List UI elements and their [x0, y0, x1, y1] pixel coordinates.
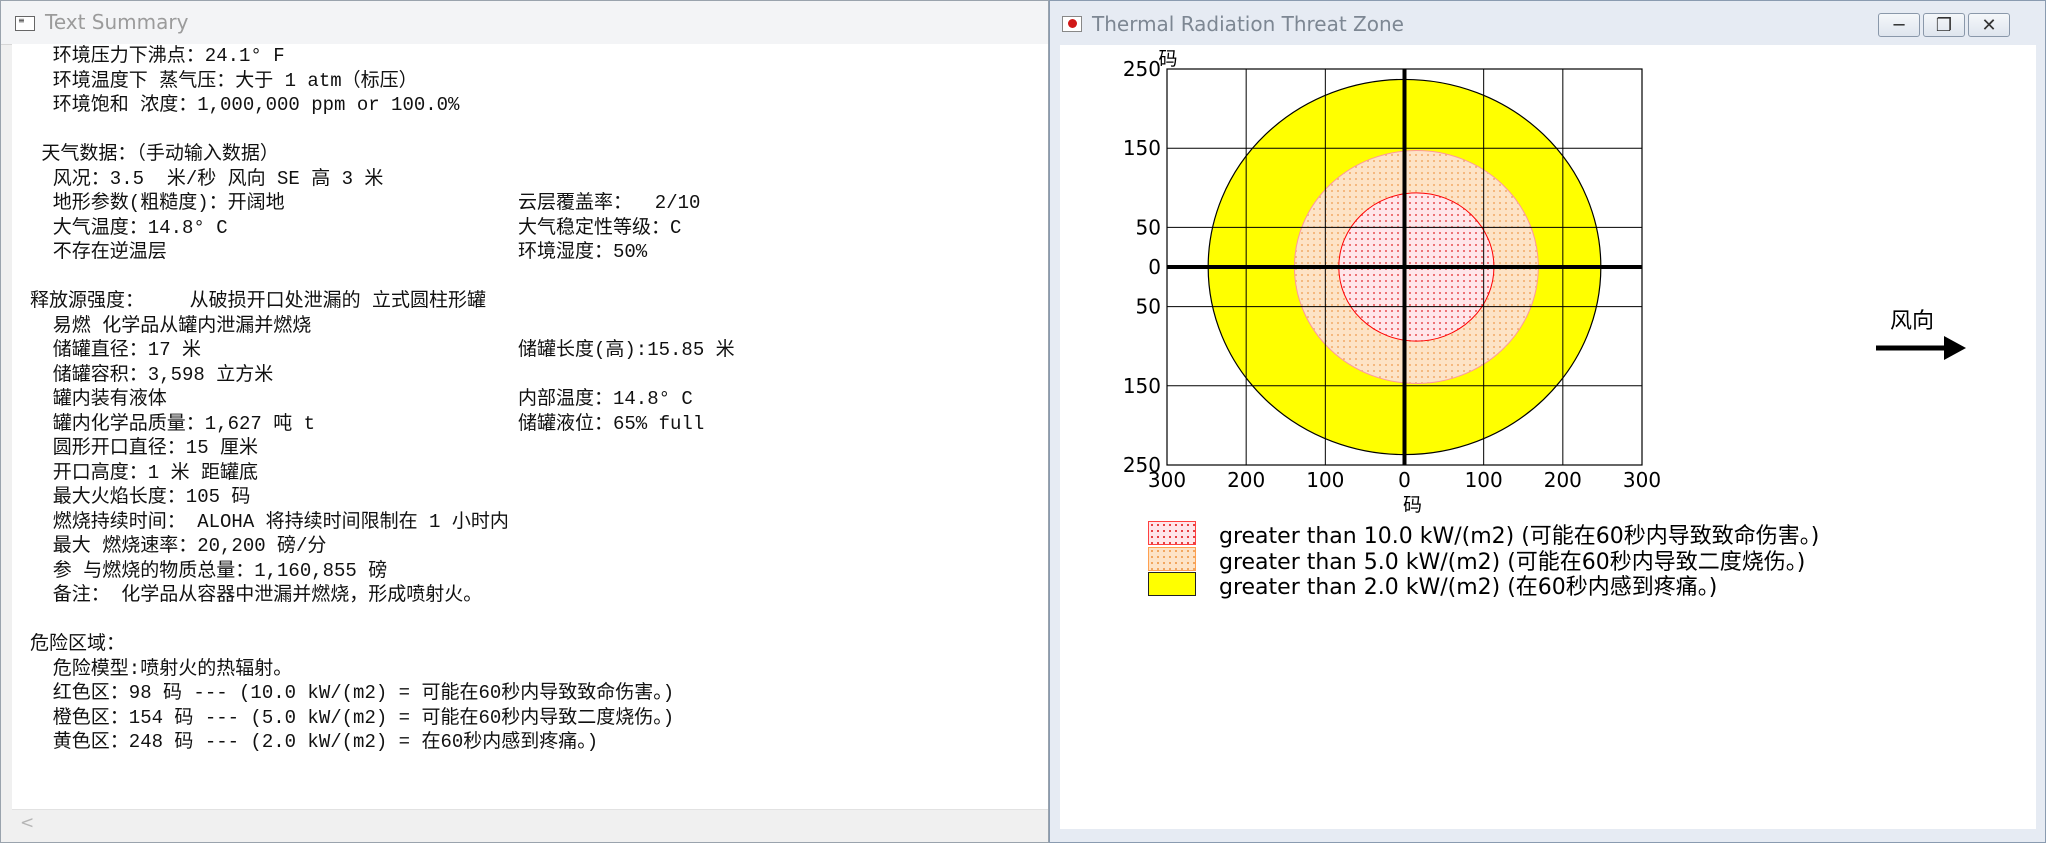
summary-line: 释放源强度： 从破损开口处泄漏的 立式圆柱形罐: [30, 290, 487, 312]
x-tick-label: 0: [1398, 468, 1411, 492]
summary-line: 开口高度：1 米 距罐底: [30, 461, 259, 484]
summary-line-right: 云层覆盖率： 2/10: [518, 192, 701, 214]
close-button[interactable]: ✕: [1968, 13, 2010, 37]
summary-line: 环境温度下 蒸气压：大于 1 atm（标压）: [30, 69, 418, 92]
summary-line: 最大火焰长度：105 码: [30, 486, 251, 508]
horizontal-scrollbar[interactable]: <: [12, 809, 1048, 836]
summary-line: 环境饱和 浓度：1,000,000 ppm or 100.0%: [30, 94, 460, 116]
x-tick-label: 200: [1544, 468, 1582, 492]
summary-line-right: 大气稳定性等级：C: [518, 216, 682, 239]
summary-line: 罐内装有液体: [30, 388, 167, 410]
summary-line: 燃烧持续时间： ALOHA 将持续时间限制在 1 小时内: [30, 510, 509, 533]
summary-line: 大气温度：14.8° C: [30, 216, 228, 239]
summary-line: 风况：3.5 米/秒 风向 SE 高 3 米: [30, 167, 384, 190]
text-summary-content[interactable]: 环境压力下沸点：24.1° F 环境温度下 蒸气压：大于 1 atm（标压） 环…: [12, 44, 1048, 809]
text-summary-titlebar[interactable]: ≡ Text Summary: [1, 1, 1048, 45]
x-tick-label: 100: [1306, 468, 1344, 492]
summary-line: 橙色区：154 码 --- (5.0 kW/(m2) = 可能在60秒内导致二度…: [30, 706, 675, 729]
minimize-button[interactable]: ─: [1878, 13, 1920, 37]
y-tick-label: 50: [1136, 215, 1161, 239]
summary-line: 罐内化学品质量：1,627 吨 t: [30, 412, 316, 435]
summary-line: 危险区域：: [30, 633, 126, 655]
wind-direction-indicator: 风向: [1876, 309, 1966, 360]
summary-line: 易燃 化学品从罐内泄漏并燃烧: [30, 314, 312, 337]
aloha-app-icon: [1062, 16, 1082, 32]
summary-line: 储罐直径：17 米: [30, 339, 202, 361]
y-axis-label: 码: [1158, 48, 1177, 70]
maximize-button[interactable]: ❐: [1923, 13, 1965, 37]
threat-zone-titlebar[interactable]: Thermal Radiation Threat Zone ─ ❐ ✕: [1050, 1, 2045, 45]
x-axis-label: 码: [1403, 494, 1422, 516]
threat-zone-window: Thermal Radiation Threat Zone ─ ❐ ✕ 300 2…: [1049, 0, 2046, 843]
legend-label: greater than 2.0 kW/(m2) (在60秒内感到疼痛。): [1219, 575, 1718, 600]
summary-line-right: 储罐长度(高):15.85 米: [518, 339, 735, 361]
summary-line: 备注： 化学品从容器中泄漏并燃烧，形成喷射火。: [30, 584, 483, 606]
text-summary-title: Text Summary: [45, 10, 189, 34]
summary-line-right: 内部温度：14.8° C: [518, 388, 693, 410]
summary-line: 参 与燃烧的物质总量：1,160,855 磅: [30, 559, 388, 582]
x-tick-label: 300: [1623, 468, 1661, 492]
text-window-icon: ≡: [15, 16, 35, 31]
text-summary-window: ≡ Text Summary 环境压力下沸点：24.1° F 环境温度下 蒸气压…: [0, 0, 1049, 843]
summary-line: 黄色区：248 码 --- (2.0 kW/(m2) = 在60秒内感到疼痛。): [30, 731, 599, 753]
x-tick-label: 200: [1227, 468, 1265, 492]
y-tick-label: 0: [1148, 255, 1161, 279]
legend-swatch: [1148, 546, 1196, 571]
legend-swatch: [1148, 521, 1196, 545]
threat-zone-chart: 300 200 100 0 100 200 30025015050050150250码码 风…: [1123, 48, 1966, 516]
y-tick-label: 250: [1123, 453, 1161, 477]
wind-direction-label: 风向: [1890, 309, 1934, 334]
threat-zone-plot-area: 300 200 100 0 100 200 300 250 150 50 0 50 150 250 码码 风…: [1060, 45, 2036, 829]
summary-line: 天气数据：（手动输入数据）: [30, 143, 279, 165]
y-tick-label: 150: [1123, 374, 1161, 398]
y-tick-label: 150: [1123, 136, 1161, 160]
summary-line: 最大 燃烧速率：20,200 磅/分: [30, 535, 327, 557]
y-tick-label: 250: [1123, 57, 1161, 81]
summary-line: 红色区：98 码 --- (10.0 kW/(m2) = 可能在60秒内导致致命…: [30, 682, 675, 704]
summary-line-right: 环境湿度：50%: [518, 241, 648, 263]
threat-zone-title: Thermal Radiation Threat Zone: [1092, 12, 1404, 36]
summary-line: 危险模型:喷射火的热辐射。: [30, 657, 293, 680]
summary-line-right: 储罐液位：65% full: [518, 412, 705, 435]
chevron-left-icon[interactable]: <: [20, 813, 34, 833]
summary-line: 地形参数(粗糙度)：开阔地: [30, 192, 285, 214]
summary-line: 环境压力下沸点：24.1° F: [30, 45, 285, 67]
summary-line: 圆形开口直径：15 厘米: [30, 437, 259, 459]
summary-line: 储罐容积：3,598 立方米: [30, 363, 274, 386]
legend-swatch: [1148, 572, 1196, 596]
x-tick-label: 100: [1465, 468, 1503, 492]
summary-line: 不存在逆温层: [30, 241, 167, 263]
y-tick-label: 50: [1136, 295, 1161, 319]
